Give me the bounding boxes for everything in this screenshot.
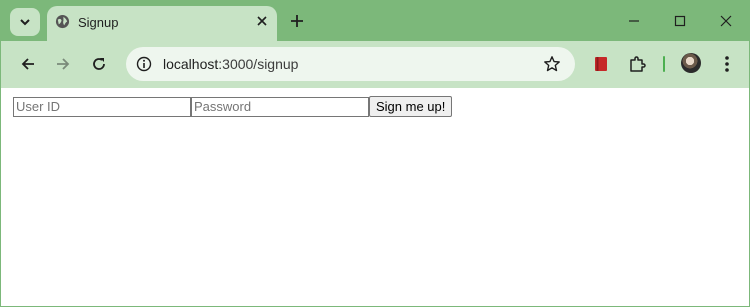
puzzle-icon xyxy=(630,56,646,72)
address-bar[interactable]: localhost:3000/signup xyxy=(126,47,575,81)
close-icon xyxy=(257,16,267,26)
avatar[interactable] xyxy=(681,53,701,73)
toolbar-divider xyxy=(663,56,665,72)
tab-close-button[interactable] xyxy=(253,12,271,30)
minimize-button[interactable] xyxy=(624,11,644,31)
signup-form: Sign me up! xyxy=(13,96,453,117)
password-input[interactable] xyxy=(191,96,369,117)
user-id-input[interactable] xyxy=(13,96,191,117)
site-info-icon xyxy=(136,56,152,72)
kebab-menu-icon xyxy=(725,56,729,72)
bookmark-extension-button[interactable] xyxy=(591,54,611,74)
url-path: :3000/signup xyxy=(218,56,299,72)
maximize-icon xyxy=(674,15,686,27)
window-close-icon xyxy=(720,15,732,27)
globe-icon xyxy=(55,14,70,29)
menu-button[interactable] xyxy=(717,54,737,74)
tab-search-button[interactable] xyxy=(10,8,40,36)
tab-title: Signup xyxy=(78,15,119,30)
plus-icon xyxy=(291,15,303,27)
window-close-button[interactable] xyxy=(716,11,736,31)
reload-icon xyxy=(93,58,105,70)
url-text: localhost:3000/signup xyxy=(163,56,298,72)
page-content: Sign me up! xyxy=(1,88,749,306)
back-arrow-icon xyxy=(21,58,34,70)
forward-arrow-icon xyxy=(57,58,70,70)
minimize-icon xyxy=(629,20,639,22)
tab-search-icon xyxy=(20,19,30,26)
extensions-button[interactable] xyxy=(627,54,647,74)
star-icon[interactable] xyxy=(543,55,561,73)
url-host: localhost xyxy=(163,56,219,72)
maximize-button[interactable] xyxy=(670,11,690,31)
site-info-button[interactable] xyxy=(135,55,153,73)
sign-up-button[interactable]: Sign me up! xyxy=(369,96,453,117)
new-tab-button[interactable] xyxy=(287,11,307,31)
tab-strip: Signup xyxy=(1,1,749,41)
bookmark-extension-icon xyxy=(595,57,607,71)
back-button[interactable] xyxy=(18,54,38,74)
tab-signup[interactable]: Signup xyxy=(47,6,277,41)
toolbar: localhost:3000/signup xyxy=(1,41,749,88)
forward-button[interactable] xyxy=(53,54,73,74)
reload-button[interactable] xyxy=(89,54,109,74)
browser-window: Signup localhost:3000/signup User ID Sig… xyxy=(0,0,750,307)
